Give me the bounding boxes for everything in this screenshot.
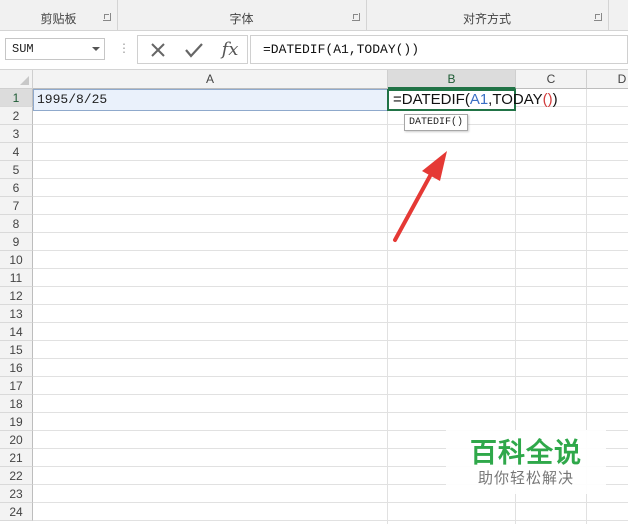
watermark-title: 百科全说 [470, 438, 582, 468]
row-divider [33, 250, 628, 251]
row-header-8[interactable]: 8 [0, 215, 33, 233]
x-icon [151, 43, 165, 57]
watermark-logo: 百科全说 助你轻松解决 [446, 430, 606, 494]
row-divider [33, 502, 628, 503]
dialog-launcher-icon[interactable] [352, 13, 360, 21]
row-header-23[interactable]: 23 [0, 485, 33, 503]
row-divider [33, 142, 628, 143]
ribbon-group-alignment-label: 对齐方式 [462, 12, 511, 26]
row-divider [33, 520, 628, 521]
row-header-3[interactable]: 3 [0, 125, 33, 143]
ribbon-group-alignment: 对齐方式 [366, 0, 609, 30]
name-box-value: SUM [12, 42, 34, 56]
cell-b1-active[interactable]: =DATEDIF(A1,TODAY()) [387, 89, 558, 111]
enter-button[interactable] [176, 36, 212, 63]
row-divider [33, 268, 628, 269]
watermark-subtitle: 助你轻松解决 [477, 470, 574, 487]
chevron-down-icon[interactable] [92, 47, 100, 51]
formula-text: =DATEDIF( [393, 91, 470, 108]
row-header-22[interactable]: 22 [0, 467, 33, 485]
row-header-1[interactable]: 1 [0, 89, 33, 107]
formula-bar: SUM ⋮ fx =DATEDIF(A1,TODAY()) [0, 31, 628, 70]
row-header-9[interactable]: 9 [0, 233, 33, 251]
row-divider [33, 304, 628, 305]
formula-reference: A1 [469, 91, 489, 108]
formula-parens: () [542, 91, 553, 108]
row-divider [33, 394, 628, 395]
column-header-d[interactable]: D [587, 70, 628, 89]
ribbon-group-labels: 剪贴板 字体 对齐方式 [0, 0, 628, 31]
select-all-corner[interactable] [0, 70, 33, 89]
formula-text: ) [552, 91, 558, 108]
row-header-10[interactable]: 10 [0, 251, 33, 269]
row-header-15[interactable]: 15 [0, 341, 33, 359]
column-header-a[interactable]: A [33, 70, 388, 89]
row-divider [33, 196, 628, 197]
row-header-24[interactable]: 24 [0, 503, 33, 521]
row-header-7[interactable]: 7 [0, 197, 33, 215]
row-divider [33, 376, 628, 377]
row-header-18[interactable]: 18 [0, 395, 33, 413]
column-divider [387, 89, 388, 524]
row-divider [33, 358, 628, 359]
cell-a1[interactable]: 1995/8/25 [33, 89, 388, 111]
row-header-13[interactable]: 13 [0, 305, 33, 323]
formula-text: ,TODAY [488, 91, 543, 108]
name-box[interactable]: SUM [5, 38, 105, 60]
dialog-launcher-icon[interactable] [103, 13, 111, 21]
row-header-4[interactable]: 4 [0, 143, 33, 161]
formula-input[interactable]: =DATEDIF(A1,TODAY()) [250, 35, 628, 64]
row-divider [33, 340, 628, 341]
column-header-c[interactable]: C [516, 70, 587, 89]
row-divider [33, 178, 628, 179]
row-header-5[interactable]: 5 [0, 161, 33, 179]
cancel-button[interactable] [140, 36, 176, 63]
row-divider [33, 322, 628, 323]
row-header-14[interactable]: 14 [0, 323, 33, 341]
row-header-19[interactable]: 19 [0, 413, 33, 431]
row-divider [33, 232, 628, 233]
row-header-21[interactable]: 21 [0, 449, 33, 467]
check-icon [185, 43, 203, 58]
row-divider [33, 214, 628, 215]
row-divider [33, 412, 628, 413]
row-header-6[interactable]: 6 [0, 179, 33, 197]
row-header-12[interactable]: 12 [0, 287, 33, 305]
more-icon: ⋮ [118, 41, 130, 55]
formula-buttons: fx [137, 35, 248, 64]
ribbon-group-clipboard-label: 剪贴板 [40, 12, 77, 26]
row-divider [33, 124, 628, 125]
ribbon-group-clipboard: 剪贴板 [0, 0, 118, 30]
row-divider [33, 160, 628, 161]
function-tooltip: DATEDIF() [404, 114, 469, 131]
row-header-17[interactable]: 17 [0, 377, 33, 395]
column-header-b[interactable]: B [388, 70, 516, 89]
row-header-16[interactable]: 16 [0, 359, 33, 377]
ribbon-group-font: 字体 [117, 0, 367, 30]
insert-function-button[interactable]: fx [212, 36, 248, 63]
row-header-2[interactable]: 2 [0, 107, 33, 125]
row-header-20[interactable]: 20 [0, 431, 33, 449]
ribbon-group-font-label: 字体 [229, 12, 254, 26]
dialog-launcher-icon[interactable] [594, 13, 602, 21]
row-divider [33, 286, 628, 287]
row-header-11[interactable]: 11 [0, 269, 33, 287]
